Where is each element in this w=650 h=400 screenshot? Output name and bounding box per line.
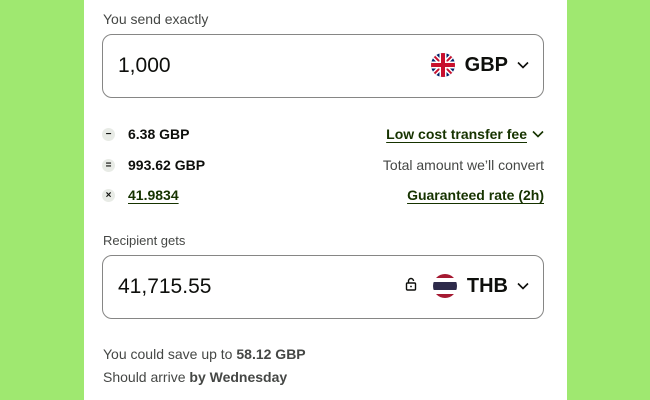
- arrival-text: Should arrive by Wednesday: [103, 369, 287, 385]
- rate-row: × 41.9834 Guaranteed rate (2h): [102, 185, 544, 207]
- minus-icon: −: [102, 128, 115, 141]
- thailand-flag-icon: [432, 274, 457, 298]
- arrival-prefix: Should arrive: [103, 369, 186, 385]
- fee-value: 6.38 GBP: [128, 126, 190, 142]
- equals-icon: =: [102, 159, 115, 172]
- send-currency-select[interactable]: GBP: [430, 53, 529, 77]
- recipient-currency-code: THB: [466, 274, 508, 297]
- fee-type-label: Low cost transfer fee: [386, 126, 527, 142]
- savings-amount: 58.12 GBP: [236, 346, 306, 362]
- savings-text: You could save up to 58.12 GBP: [103, 346, 306, 362]
- convert-value: 993.62 GBP: [128, 157, 206, 173]
- savings-prefix: You could save up to: [103, 346, 233, 362]
- unlock-icon[interactable]: [405, 277, 417, 296]
- recipient-amount-input[interactable]: 41,715.55: [118, 275, 211, 299]
- send-amount-input[interactable]: 1,000: [118, 54, 171, 78]
- recipient-amount-field[interactable]: 41,715.55 THB: [102, 255, 544, 319]
- send-label: You send exactly: [103, 11, 209, 27]
- multiply-icon: ×: [102, 189, 115, 202]
- recipient-label: Recipient gets: [103, 233, 186, 248]
- guaranteed-rate-link[interactable]: Guaranteed rate (2h): [407, 187, 544, 203]
- fee-row: − 6.38 GBP Low cost transfer fee: [102, 124, 544, 146]
- chevron-down-icon: [532, 130, 544, 138]
- recipient-currency-select[interactable]: THB: [405, 274, 529, 298]
- transfer-calculator-panel: You send exactly 1,000 GBP − 6.38 GBP Lo: [84, 0, 567, 400]
- exchange-rate-link[interactable]: 41.9834: [128, 187, 179, 203]
- chevron-down-icon: [517, 282, 529, 290]
- convert-row: = 993.62 GBP Total amount we’ll convert: [102, 155, 544, 177]
- uk-flag-icon: [430, 53, 455, 77]
- arrival-day: by Wednesday: [189, 369, 288, 385]
- convert-label: Total amount we’ll convert: [382, 157, 544, 173]
- fee-type-dropdown[interactable]: Low cost transfer fee: [386, 126, 544, 142]
- send-currency-code: GBP: [464, 53, 508, 76]
- chevron-down-icon: [517, 61, 529, 69]
- send-amount-field[interactable]: 1,000 GBP: [102, 34, 544, 98]
